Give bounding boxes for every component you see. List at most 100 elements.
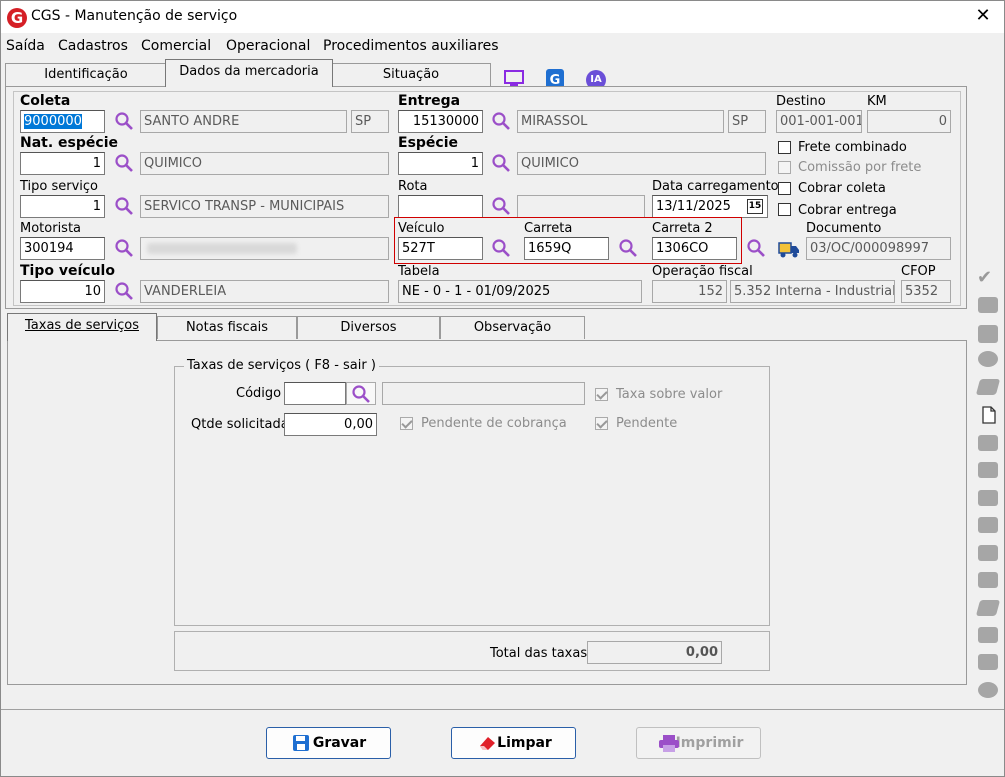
app-window: G CGS - Manutenção de serviço ✕ Saída Ca… (0, 0, 1005, 777)
comissao-frete-checkbox[interactable] (778, 161, 791, 174)
tab-identificacao[interactable]: Identificação (5, 63, 167, 86)
truck-icon[interactable] (778, 239, 800, 259)
especie-label: Espécie (398, 135, 459, 151)
menu-saida[interactable]: Saída (6, 38, 45, 54)
limpar-label: Limpar (497, 735, 552, 751)
tab-label: Situação (382, 67, 440, 82)
map-icon[interactable] (978, 682, 998, 698)
tipo-servico-desc-field: SERVICO TRANSP - MUNICIPAIS (140, 195, 389, 218)
km-label: KM (867, 94, 887, 109)
grid-icon[interactable] (978, 572, 998, 588)
tab-notas-fiscais[interactable]: Notas fiscais (157, 316, 297, 339)
tipo-veiculo-input[interactable]: 10 (20, 280, 105, 303)
tab-label: Identificação (44, 67, 128, 82)
pendente-cobranca-checkbox[interactable] (400, 417, 413, 430)
tab-label: Dados da mercadoria (179, 64, 319, 79)
total-taxas-field: 0,00 (587, 641, 722, 664)
window-title: CGS - Manutenção de serviço (31, 8, 238, 24)
box-icon[interactable] (978, 517, 998, 533)
pendente-cobranca-label: Pendente de cobrança (421, 416, 567, 431)
cobrar-coleta-checkbox[interactable] (778, 182, 791, 195)
nat-especie-search-icon[interactable] (114, 153, 134, 173)
close-button[interactable]: ✕ (971, 5, 995, 26)
ciot-icon[interactable] (978, 325, 998, 343)
book-icon[interactable] (978, 627, 998, 643)
new-document-icon[interactable] (981, 406, 997, 424)
rota-search-icon[interactable] (491, 196, 511, 216)
especie-input[interactable]: 1 (398, 152, 483, 175)
calculator-icon[interactable] (978, 654, 998, 670)
coleta-input[interactable]: 9000000 (20, 110, 105, 133)
cfop-field: 5352 (901, 280, 951, 303)
tab-label: Notas fiscais (185, 320, 269, 335)
total-taxas-label: Total das taxas (490, 646, 588, 661)
nat-especie-input[interactable]: 1 (20, 152, 105, 175)
tipo-servico-search-icon[interactable] (114, 196, 134, 216)
vehicle-highlight-box (394, 217, 742, 264)
export-icon[interactable] (978, 435, 998, 451)
tabela-label: Tabela (398, 264, 440, 279)
coleta-uf-field: SP (351, 110, 389, 133)
especie-search-icon[interactable] (491, 153, 511, 173)
calendar-icon[interactable]: 15 (747, 199, 763, 214)
codigo-search-button[interactable] (346, 382, 376, 405)
menu-cadastros[interactable]: Cadastros (58, 38, 128, 54)
tab-situacao[interactable]: Situação (331, 63, 491, 86)
frete-combinado-label: Frete combinado (798, 140, 907, 155)
footer-divider (1, 709, 1004, 710)
codigo-desc-field (382, 382, 585, 405)
tab-label: Observação (473, 320, 552, 335)
gravar-button[interactable]: Gravar (266, 727, 391, 759)
carreta2-search-icon[interactable] (746, 238, 766, 258)
imprimir-button[interactable]: Imprimir (636, 727, 761, 759)
limpar-button[interactable]: Limpar (451, 727, 576, 759)
destino-label: Destino (776, 94, 826, 109)
menu-comercial[interactable]: Comercial (141, 38, 211, 54)
data-carregamento-label: Data carregamento (652, 179, 779, 194)
cobrar-entrega-label: Cobrar entrega (798, 203, 897, 218)
entrega-input[interactable]: 15130000 (398, 110, 483, 133)
entrega-search-icon[interactable] (491, 111, 511, 131)
circle-icon[interactable] (978, 351, 998, 367)
qtde-solicitada-input[interactable]: 0,00 (284, 413, 377, 436)
cobrar-entrega-checkbox[interactable] (778, 203, 791, 216)
frete-combinado-checkbox[interactable] (778, 141, 791, 154)
settings-icon[interactable] (978, 297, 998, 313)
eraser-icon[interactable] (975, 379, 1001, 395)
tipo-servico-input[interactable]: 1 (20, 195, 105, 218)
taxa-sobre-valor-checkbox[interactable] (595, 388, 608, 401)
rota-desc-field (517, 195, 645, 218)
pendente-checkbox[interactable] (595, 417, 608, 430)
brush-icon[interactable] (975, 600, 1001, 616)
codigo-input[interactable] (284, 382, 346, 405)
check-icon[interactable]: ✔ (977, 267, 992, 288)
transfer-icon[interactable] (978, 545, 998, 561)
documento-field: 03/OC/000098997 (806, 237, 951, 260)
tab-diversos[interactable]: Diversos (297, 316, 440, 339)
coleta-search-icon[interactable] (114, 111, 134, 131)
copy-icon[interactable] (978, 462, 998, 478)
tab-label: Diversos (340, 320, 397, 335)
comissao-frete-label: Comissão por frete (798, 160, 922, 175)
cobrar-coleta-label: Cobrar coleta (798, 181, 886, 196)
motorista-input[interactable]: 300194 (20, 237, 105, 260)
motorista-search-icon[interactable] (114, 238, 134, 258)
printer-icon (659, 735, 679, 752)
especie-desc-field: QUIMICO (517, 152, 766, 175)
tab-taxas-de-servicos[interactable]: Taxas de serviços (7, 313, 157, 341)
menu-operacional[interactable]: Operacional (226, 38, 310, 54)
tipo-veiculo-search-icon[interactable] (114, 281, 134, 301)
pendente-label: Pendente (616, 416, 678, 431)
data-carregamento-value: 13/11/2025 (656, 199, 731, 214)
hand-icon[interactable] (978, 490, 998, 506)
rota-input[interactable] (398, 195, 483, 218)
coleta-city-field: SANTO ANDRE (140, 110, 347, 133)
tipo-servico-label: Tipo serviço (20, 179, 99, 194)
cgs-logo-icon: G (7, 8, 27, 28)
taxa-sobre-valor-label: Taxa sobre valor (616, 387, 723, 402)
tab-observacao[interactable]: Observação (440, 316, 585, 339)
eraser-clear-icon (480, 737, 495, 750)
tab-dados-da-mercadoria[interactable]: Dados da mercadoria (165, 59, 333, 87)
taxas-group-title: Taxas de serviços ( F8 - sair ) (184, 358, 379, 373)
menu-procedimentos-auxiliares[interactable]: Procedimentos auxiliares (323, 38, 499, 54)
